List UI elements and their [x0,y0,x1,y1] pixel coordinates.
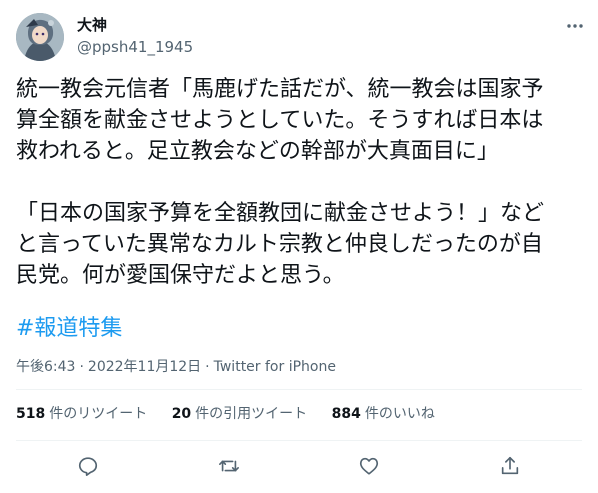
quotes-count: 20 [171,406,192,422]
tweet-stats: 518 件のリツイート 20 件の引用ツイート 884 件のいいね [16,405,455,423]
meta-separator: · [205,359,210,375]
avatar-image [16,13,64,61]
like-icon [359,457,379,475]
meta-separator: · [79,359,84,375]
tweet-source[interactable]: Twitter for iPhone [214,359,336,375]
more-button[interactable] [563,14,587,38]
more-icon [567,24,583,28]
share-button[interactable] [499,455,523,479]
divider [16,440,582,441]
reply-icon [78,457,98,476]
user-handle[interactable]: @ppsh41_1945 [77,38,193,56]
tweet-card: 大神 @ppsh41_1945 統一教会元信者「馬鹿げた話だが、統一教会は国家予… [0,0,598,493]
divider [16,389,582,390]
quotes-label: 件の引用ツイート [195,406,308,422]
tweet-time[interactable]: 午後6:43 [16,359,75,375]
avatar[interactable] [16,13,64,61]
display-name[interactable]: 大神 [77,16,107,34]
share-icon [501,456,519,475]
retweet-icon [219,460,239,472]
retweets-stat[interactable]: 518 件のリツイート [16,406,147,422]
tweet-date[interactable]: 2022年11月12日 [88,359,201,375]
like-button[interactable] [358,455,382,479]
action-bar [0,455,598,481]
retweets-label: 件のリツイート [49,406,148,422]
retweets-count: 518 [16,406,46,422]
hashtag-link[interactable]: #報道特集 [16,313,122,344]
tweet-text: 統一教会元信者「馬鹿げた話だが、統一教会は国家予 算全額を献金させようとしていた… [16,77,545,288]
tweet-meta: 午後6:43 · 2022年11月12日 · Twitter for iPhone [16,358,336,376]
likes-count: 884 [331,406,361,422]
likes-stat[interactable]: 884 件のいいね [332,406,435,422]
reply-button[interactable] [77,455,101,479]
quotes-stat[interactable]: 20 件の引用ツイート [172,406,307,422]
likes-label: 件のいいね [364,406,435,422]
retweet-button[interactable] [218,455,242,479]
